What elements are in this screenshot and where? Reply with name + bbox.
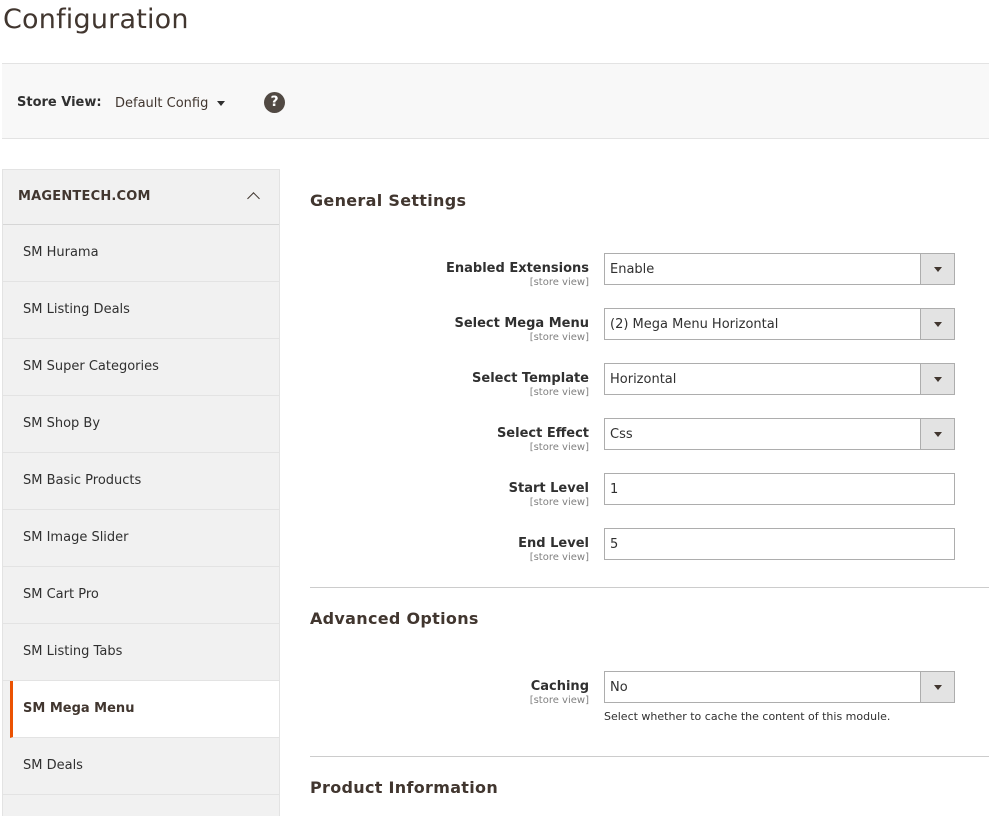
end-level-label: End Level [store view] bbox=[339, 536, 589, 563]
field-label-text: Select Template bbox=[472, 371, 589, 386]
sidebar-group-title: MAGENTECH.COM bbox=[18, 189, 151, 204]
section-title-advanced-options[interactable]: Advanced Options bbox=[310, 609, 479, 628]
scope-note: [store view] bbox=[529, 277, 589, 288]
sidebar-item-label: SM Deals bbox=[23, 758, 83, 773]
page-title: Configuration bbox=[3, 4, 189, 35]
field-label-text: Start Level bbox=[508, 481, 589, 496]
caching-note: Select whether to cache the content of t… bbox=[604, 710, 891, 723]
sidebar-item-sm-cart-pro[interactable]: SM Cart Pro bbox=[3, 567, 279, 624]
select-value: Enable bbox=[610, 262, 655, 277]
mega-menu-select[interactable]: (2) Mega Menu Horizontal bbox=[604, 308, 955, 340]
sidebar-item-sm-basic-products[interactable]: SM Basic Products bbox=[3, 453, 279, 510]
config-sidebar: MAGENTECH.COM SM Hurama SM Listing Deals… bbox=[2, 169, 280, 816]
section-title-product-information[interactable]: Product Information bbox=[310, 778, 498, 797]
select-value: Horizontal bbox=[610, 372, 677, 387]
field-label-text: Enabled Extensions bbox=[446, 261, 589, 276]
scope-note: [store view] bbox=[529, 695, 589, 706]
sidebar-item-sm-listing-tabs[interactable]: SM Listing Tabs bbox=[3, 624, 279, 681]
sidebar-item-sm-image-slider[interactable]: SM Image Slider bbox=[3, 510, 279, 567]
store-view-switcher[interactable]: Default Config bbox=[115, 96, 226, 111]
caching-label: Caching [store view] bbox=[339, 679, 589, 706]
start-level-label: Start Level [store view] bbox=[339, 481, 589, 508]
sidebar-item-sm-shop-by[interactable]: SM Shop By bbox=[3, 396, 279, 453]
sidebar-item-label: SM Basic Products bbox=[23, 473, 142, 488]
help-icon[interactable]: ? bbox=[264, 92, 285, 113]
effect-label: Select Effect [store view] bbox=[339, 426, 589, 453]
field-label-text: Select Mega Menu bbox=[454, 316, 589, 331]
scope-note: [store view] bbox=[529, 442, 589, 453]
sidebar-item-sm-listing-deals[interactable]: SM Listing Deals bbox=[3, 282, 279, 339]
sidebar-item-sm-super-categories[interactable]: SM Super Categories bbox=[3, 339, 279, 396]
start-level-input[interactable] bbox=[604, 473, 955, 505]
sidebar-item-label: SM Image Slider bbox=[23, 530, 129, 545]
enabled-extensions-label: Enabled Extensions [store view] bbox=[339, 261, 589, 288]
scope-note: [store view] bbox=[529, 552, 589, 563]
dropdown-arrow-icon[interactable] bbox=[920, 364, 954, 394]
template-label: Select Template [store view] bbox=[339, 371, 589, 398]
mega-menu-label: Select Mega Menu [store view] bbox=[339, 316, 589, 343]
sidebar-item-sm-deals[interactable]: SM Deals bbox=[3, 738, 279, 795]
sidebar-item-label: SM Listing Deals bbox=[23, 302, 130, 317]
sidebar-item-sm-hurama[interactable]: SM Hurama bbox=[3, 225, 279, 282]
sidebar-item-label: SM Super Categories bbox=[23, 359, 159, 374]
effect-select[interactable]: Css bbox=[604, 418, 955, 450]
section-divider bbox=[310, 587, 989, 588]
scope-note: [store view] bbox=[529, 497, 589, 508]
field-label-text: Select Effect bbox=[496, 426, 589, 441]
sidebar-group-header[interactable]: MAGENTECH.COM bbox=[3, 170, 279, 225]
field-label-text: End Level bbox=[518, 536, 589, 551]
template-select[interactable]: Horizontal bbox=[604, 363, 955, 395]
config-main: General Settings Enabled Extensions [sto… bbox=[310, 0, 989, 816]
scope-note: [store view] bbox=[529, 387, 589, 398]
sidebar-item-label: SM Cart Pro bbox=[23, 587, 99, 602]
select-value: No bbox=[610, 680, 628, 695]
store-view-value: Default Config bbox=[115, 96, 209, 111]
sidebar-item-label: SM Listing Tabs bbox=[23, 644, 123, 659]
select-value: Css bbox=[610, 427, 633, 442]
dropdown-arrow-icon[interactable] bbox=[920, 309, 954, 339]
dropdown-arrow-icon[interactable] bbox=[920, 254, 954, 284]
select-value: (2) Mega Menu Horizontal bbox=[610, 317, 779, 332]
section-divider bbox=[310, 756, 989, 757]
end-level-input[interactable] bbox=[604, 528, 955, 560]
sidebar-item-label: SM Mega Menu bbox=[23, 701, 135, 716]
section-title-general-settings[interactable]: General Settings bbox=[310, 191, 466, 210]
dropdown-arrow-icon[interactable] bbox=[920, 672, 954, 702]
chevron-up-icon[interactable] bbox=[247, 192, 260, 205]
sidebar-item-label: SM Hurama bbox=[23, 245, 99, 260]
store-view-label: Store View: bbox=[17, 95, 102, 110]
caret-down-icon bbox=[217, 101, 226, 106]
sidebar-item-sm-mega-menu[interactable]: SM Mega Menu bbox=[10, 681, 279, 738]
sidebar-item-label: SM Shop By bbox=[23, 416, 101, 431]
dropdown-arrow-icon[interactable] bbox=[920, 419, 954, 449]
scope-note: [store view] bbox=[529, 332, 589, 343]
enabled-extensions-select[interactable]: Enable bbox=[604, 253, 955, 285]
caching-select[interactable]: No bbox=[604, 671, 955, 703]
field-label-text: Caching bbox=[530, 679, 589, 694]
